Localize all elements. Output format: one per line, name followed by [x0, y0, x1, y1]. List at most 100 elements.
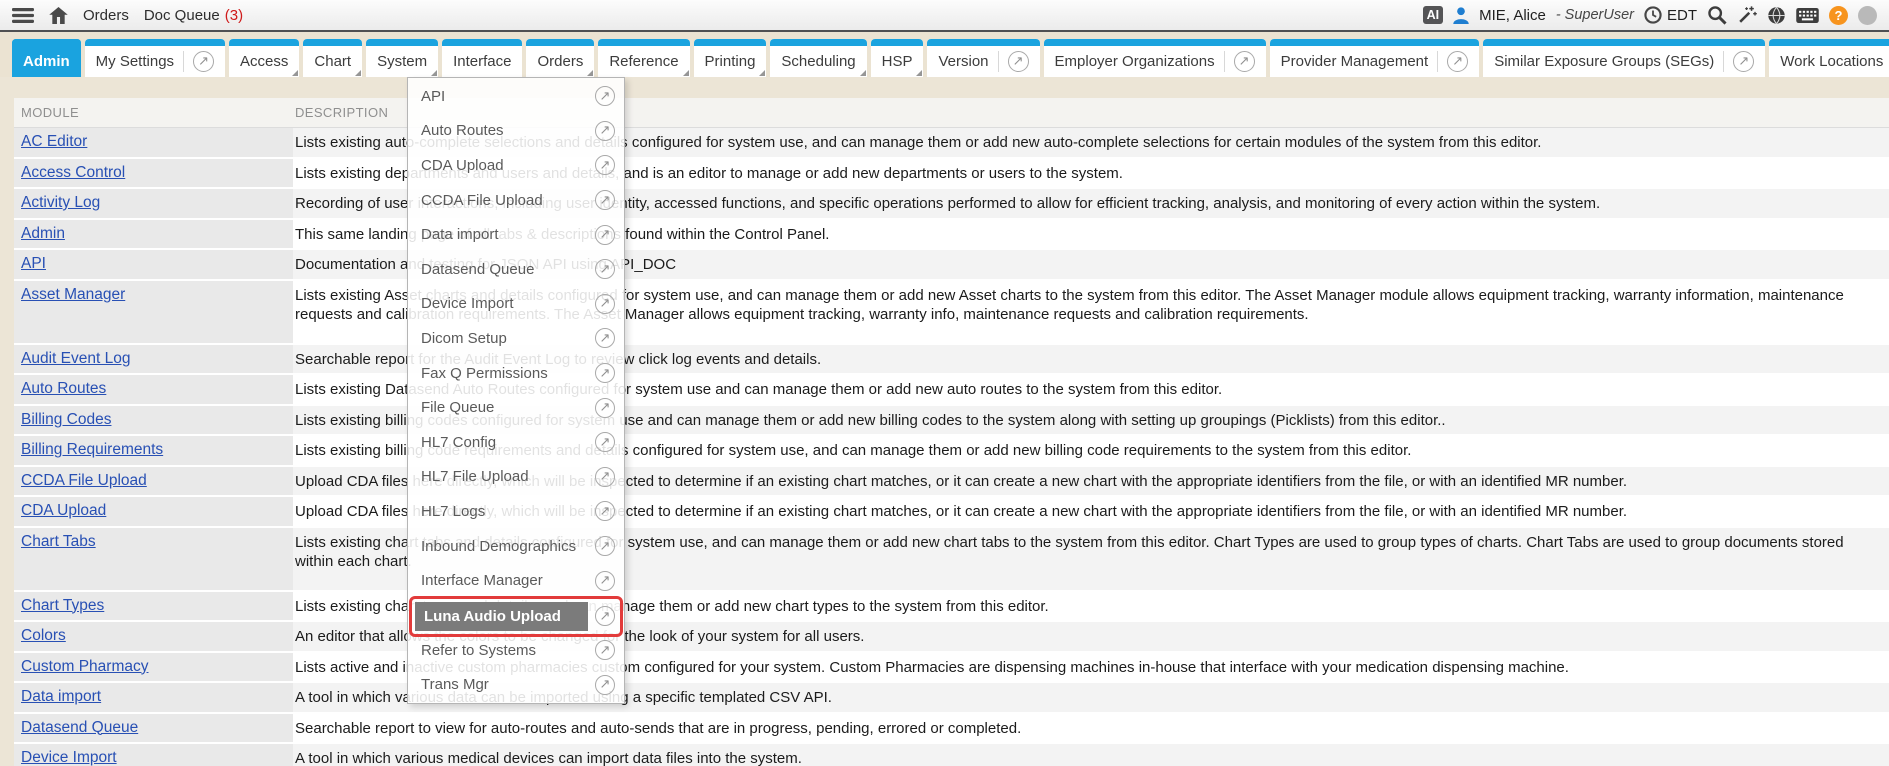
table-row: Billing Requirements Lists existing bill… [14, 436, 1889, 467]
user-icon[interactable] [1453, 7, 1469, 24]
module-link[interactable]: CCDA File Upload [21, 472, 147, 489]
menu-item[interactable]: Interface Manager [408, 563, 624, 598]
nav-orders-link[interactable]: Orders [83, 7, 129, 24]
menu-item[interactable]: Luna Audio Upload [409, 596, 623, 637]
open-in-new-icon[interactable] [1234, 51, 1255, 72]
open-in-new-icon[interactable] [1733, 51, 1754, 72]
doc-queue-label: Doc Queue [144, 7, 220, 24]
open-in-new-icon[interactable] [595, 398, 615, 418]
module-link[interactable]: Asset Manager [21, 286, 125, 303]
open-in-new-icon[interactable] [595, 675, 615, 695]
menu-item[interactable]: File Queue [408, 390, 624, 425]
menu-item[interactable]: HL7 File Upload [408, 460, 624, 495]
table-row: Custom Pharmacy Lists active and inactiv… [14, 653, 1889, 684]
module-link[interactable]: Audit Event Log [21, 350, 130, 367]
nav-doc-queue-link[interactable]: Doc Queue (3) [144, 7, 243, 24]
menu-item[interactable]: Trans Mgr [408, 668, 624, 703]
menu-item[interactable]: API [408, 79, 624, 114]
tab[interactable]: Work Locations [1769, 39, 1889, 77]
open-in-new-icon[interactable] [1008, 51, 1029, 72]
menu-item[interactable]: CCDA File Upload [408, 183, 624, 218]
module-link[interactable]: Auto Routes [21, 380, 106, 397]
tab[interactable]: System [366, 39, 438, 77]
module-column-header: MODULE [14, 105, 293, 120]
open-in-new-icon[interactable] [595, 294, 615, 314]
module-link[interactable]: AC Editor [21, 133, 87, 150]
open-in-new-icon[interactable] [595, 155, 615, 175]
tab[interactable]: Similar Exposure Groups (SEGs) [1483, 39, 1765, 77]
open-in-new-icon[interactable] [595, 467, 615, 487]
menu-item[interactable]: HL7 Logs [408, 494, 624, 529]
menu-item[interactable]: Fax Q Permissions [408, 356, 624, 391]
avatar-placeholder[interactable] [1858, 6, 1877, 25]
tab[interactable]: Employer Organizations [1044, 39, 1266, 77]
menu-item-label: File Queue [421, 399, 595, 416]
globe-icon[interactable] [1767, 6, 1786, 25]
open-in-new-icon[interactable] [1447, 51, 1468, 72]
menu-item[interactable]: Data import [408, 217, 624, 252]
module-link[interactable]: CDA Upload [21, 502, 106, 519]
open-in-new-icon[interactable] [595, 432, 615, 452]
open-in-new-icon[interactable] [595, 259, 615, 279]
menu-item[interactable]: Refer to Systems [408, 633, 624, 668]
open-in-new-icon[interactable] [595, 501, 615, 521]
ai-badge[interactable]: AI [1423, 6, 1444, 24]
menu-item[interactable]: Auto Routes [408, 114, 624, 149]
table-row: Auto Routes Lists existing Datasend Auto… [14, 375, 1889, 406]
module-link[interactable]: Billing Codes [21, 411, 111, 428]
tab[interactable]: My Settings [85, 39, 225, 77]
open-in-new-icon[interactable] [595, 190, 615, 210]
menu-item[interactable]: CDA Upload [408, 148, 624, 183]
open-in-new-icon[interactable] [595, 86, 615, 106]
table-header: MODULE DESCRIPTION [14, 98, 1889, 128]
module-link[interactable]: Datasend Queue [21, 719, 138, 736]
module-link[interactable]: Colors [21, 627, 66, 644]
tab[interactable]: Interface [442, 39, 522, 77]
tab[interactable]: Provider Management [1270, 39, 1480, 77]
open-in-new-icon[interactable] [595, 225, 615, 245]
menu-item-label: Device Import [421, 295, 595, 312]
open-in-new-icon[interactable] [595, 363, 615, 383]
open-in-new-icon[interactable] [595, 571, 615, 591]
module-link[interactable]: Chart Tabs [21, 533, 96, 550]
tab-label: Scheduling [781, 53, 855, 70]
module-link[interactable]: API [21, 255, 46, 272]
search-icon[interactable] [1707, 5, 1727, 25]
module-link[interactable]: Billing Requirements [21, 441, 163, 458]
module-link[interactable]: Admin [21, 225, 65, 242]
top-bar: Orders Doc Queue (3) AI MIE, Alice - Sup… [0, 0, 1889, 32]
hamburger-menu-icon[interactable] [12, 8, 34, 23]
home-icon[interactable] [49, 7, 68, 24]
tab[interactable]: Orders [526, 39, 594, 77]
tab[interactable]: Access [229, 39, 299, 77]
open-in-new-icon[interactable] [595, 328, 615, 348]
menu-item[interactable]: Inbound Demographics [408, 529, 624, 564]
tab[interactable]: HSP [871, 39, 924, 77]
module-link[interactable]: Activity Log [21, 194, 100, 211]
open-in-new-icon[interactable] [595, 536, 615, 556]
open-in-new-icon[interactable] [595, 606, 615, 626]
tab[interactable]: Reference [598, 39, 689, 77]
open-in-new-icon[interactable] [595, 121, 615, 141]
magic-wand-icon[interactable] [1737, 5, 1757, 25]
keyboard-icon[interactable] [1796, 8, 1819, 23]
help-icon[interactable]: ? [1829, 6, 1848, 25]
module-link[interactable]: Data import [21, 688, 101, 705]
tab[interactable]: Printing [694, 39, 767, 77]
menu-item[interactable]: Device Import [408, 287, 624, 322]
tab[interactable]: Scheduling [770, 39, 866, 77]
menu-item[interactable]: Datasend Queue [408, 252, 624, 287]
menu-item[interactable]: Dicom Setup [408, 321, 624, 356]
module-link[interactable]: Custom Pharmacy [21, 658, 148, 675]
interface-dropdown-menu: API Auto Routes CDA Upload CCDA File Upl… [407, 77, 625, 704]
tab[interactable]: Admin [12, 39, 81, 77]
tab[interactable]: Version [927, 39, 1039, 77]
module-link[interactable]: Access Control [21, 164, 125, 181]
menu-item[interactable]: HL7 Config [408, 425, 624, 460]
open-in-new-icon[interactable] [193, 51, 214, 72]
module-link[interactable]: Chart Types [21, 597, 104, 614]
module-link[interactable]: Device Import [21, 749, 117, 766]
timezone-button[interactable]: EDT [1644, 6, 1697, 24]
open-in-new-icon[interactable] [595, 640, 615, 660]
tab[interactable]: Chart [303, 39, 362, 77]
